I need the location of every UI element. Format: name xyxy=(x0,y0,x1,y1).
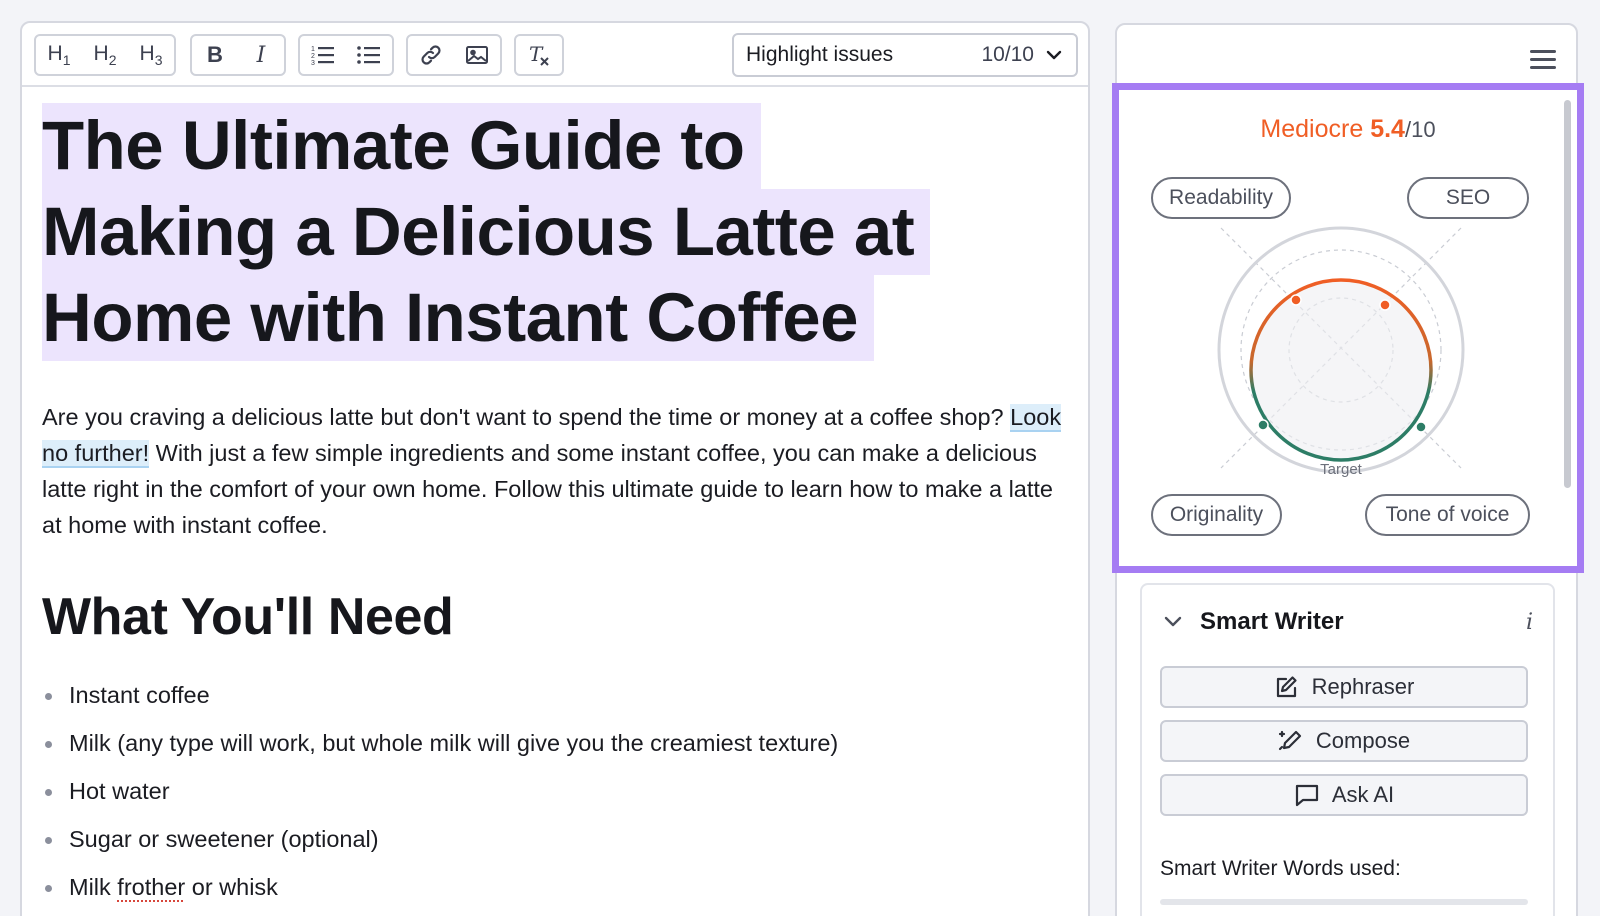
rephraser-button[interactable]: Rephraser xyxy=(1160,666,1528,708)
overall-score: Mediocre 5.4/10 xyxy=(1119,115,1577,144)
chevron-down-icon[interactable] xyxy=(1162,615,1184,629)
hamburger-menu-icon[interactable] xyxy=(1530,45,1556,74)
ordered-list-button[interactable]: 123 xyxy=(300,36,346,74)
bullet-list-button[interactable] xyxy=(346,36,392,74)
image-icon xyxy=(466,46,488,64)
compose-button[interactable]: Compose xyxy=(1160,720,1528,762)
svg-text:1: 1 xyxy=(311,46,315,53)
clear-format-button[interactable]: T xyxy=(516,36,562,74)
edit-icon xyxy=(1276,676,1297,698)
target-label: Target xyxy=(1320,461,1363,478)
smart-writer-header[interactable]: Smart Writer i xyxy=(1162,607,1533,637)
highlight-issues-select[interactable]: Highlight issues 10/10 xyxy=(732,33,1078,77)
list-group: 123 xyxy=(298,34,394,76)
highlight-issues-count: 10/10 xyxy=(981,43,1034,66)
bold-icon: B xyxy=(207,42,223,67)
heading-group: H1 H2 H3 xyxy=(34,34,176,76)
score-grade: Mediocre xyxy=(1260,115,1364,143)
intro-text: With just a few simple ingredients and s… xyxy=(42,440,1054,538)
score-widget: Mediocre 5.4/10 Readability SEO Original… xyxy=(1112,83,1584,573)
link-button[interactable] xyxy=(408,36,454,74)
article-title[interactable]: The Ultimate Guide to Making a Delicious… xyxy=(42,103,1072,361)
section-heading[interactable]: What You'll Need xyxy=(42,587,1072,647)
spelling-issue[interactable]: frother xyxy=(117,874,185,900)
document-content[interactable]: The Ultimate Guide to Making a Delicious… xyxy=(42,103,1072,911)
originality-button[interactable]: Originality xyxy=(1151,494,1282,536)
radar-point xyxy=(1415,421,1427,433)
words-used-label: Smart Writer Words used: xyxy=(1160,857,1401,880)
editor-panel: H1 H2 H3 B I 123 T Highlight issues 10/1… xyxy=(20,21,1090,916)
score-radar-chart: Target xyxy=(1217,226,1465,478)
link-icon xyxy=(421,45,441,65)
words-used-progress xyxy=(1160,899,1528,905)
title-line: Making a Delicious Latte at xyxy=(42,189,931,275)
list-item-text: or whisk xyxy=(185,874,278,900)
info-icon[interactable]: i xyxy=(1526,610,1533,635)
score-out-of: /10 xyxy=(1404,117,1436,142)
title-line: Home with Instant Coffee xyxy=(42,275,875,361)
radar-point xyxy=(1257,419,1269,431)
clear-group: T xyxy=(514,34,564,76)
smart-writer-card: Smart Writer i Rephraser Compose Ask AI … xyxy=(1140,583,1555,916)
heading-1-button[interactable]: H1 xyxy=(36,36,82,74)
ingredients-list: Instant coffee Milk (any type will work,… xyxy=(42,671,1072,911)
list-item[interactable]: Milk (any type will work, but whole milk… xyxy=(42,719,1072,767)
italic-icon: I xyxy=(256,42,266,68)
list-item[interactable]: Hot water xyxy=(42,767,1072,815)
svg-text:T: T xyxy=(529,43,544,66)
list-item-text: Milk xyxy=(69,874,118,900)
heading-3-button[interactable]: H3 xyxy=(128,36,174,74)
clear-format-icon: T xyxy=(529,43,549,66)
svg-text:3: 3 xyxy=(311,60,315,66)
format-group: B I xyxy=(190,34,286,76)
bold-button[interactable]: B xyxy=(192,36,238,74)
insert-group xyxy=(406,34,502,76)
chat-bubble-icon xyxy=(1295,784,1318,807)
svg-text:2: 2 xyxy=(311,53,315,60)
intro-text: Are you craving a delicious latte but do… xyxy=(42,404,1011,430)
bullet-list-icon xyxy=(357,46,380,64)
smart-writer-title: Smart Writer xyxy=(1200,608,1344,635)
radar-point xyxy=(1290,294,1302,306)
intro-paragraph[interactable]: Are you craving a delicious latte but do… xyxy=(42,399,1072,543)
tone-of-voice-button[interactable]: Tone of voice xyxy=(1365,494,1530,536)
list-item[interactable]: Milk frother or whisk xyxy=(42,863,1072,911)
list-item[interactable]: Instant coffee xyxy=(42,671,1072,719)
ask-ai-button[interactable]: Ask AI xyxy=(1160,774,1528,816)
radar-point xyxy=(1379,299,1391,311)
scrollbar[interactable] xyxy=(1564,100,1571,488)
italic-button[interactable]: I xyxy=(238,36,284,74)
chevron-down-icon xyxy=(1046,50,1062,60)
editor-toolbar: H1 H2 H3 B I 123 T Highlight issues 10/1… xyxy=(22,23,1088,87)
ask-ai-label: Ask AI xyxy=(1331,782,1395,807)
rephraser-label: Rephraser xyxy=(1311,674,1415,699)
image-button[interactable] xyxy=(454,36,500,74)
highlight-issues-label: Highlight issues xyxy=(746,43,894,66)
score-value: 5.4 xyxy=(1370,115,1405,143)
compose-label: Compose xyxy=(1315,728,1411,753)
title-line: The Ultimate Guide to xyxy=(42,103,761,189)
ordered-list-icon: 123 xyxy=(311,46,334,66)
magic-pen-icon xyxy=(1278,730,1302,751)
list-item[interactable]: Sugar or sweetener (optional) xyxy=(42,815,1072,863)
heading-2-button[interactable]: H2 xyxy=(82,36,128,74)
